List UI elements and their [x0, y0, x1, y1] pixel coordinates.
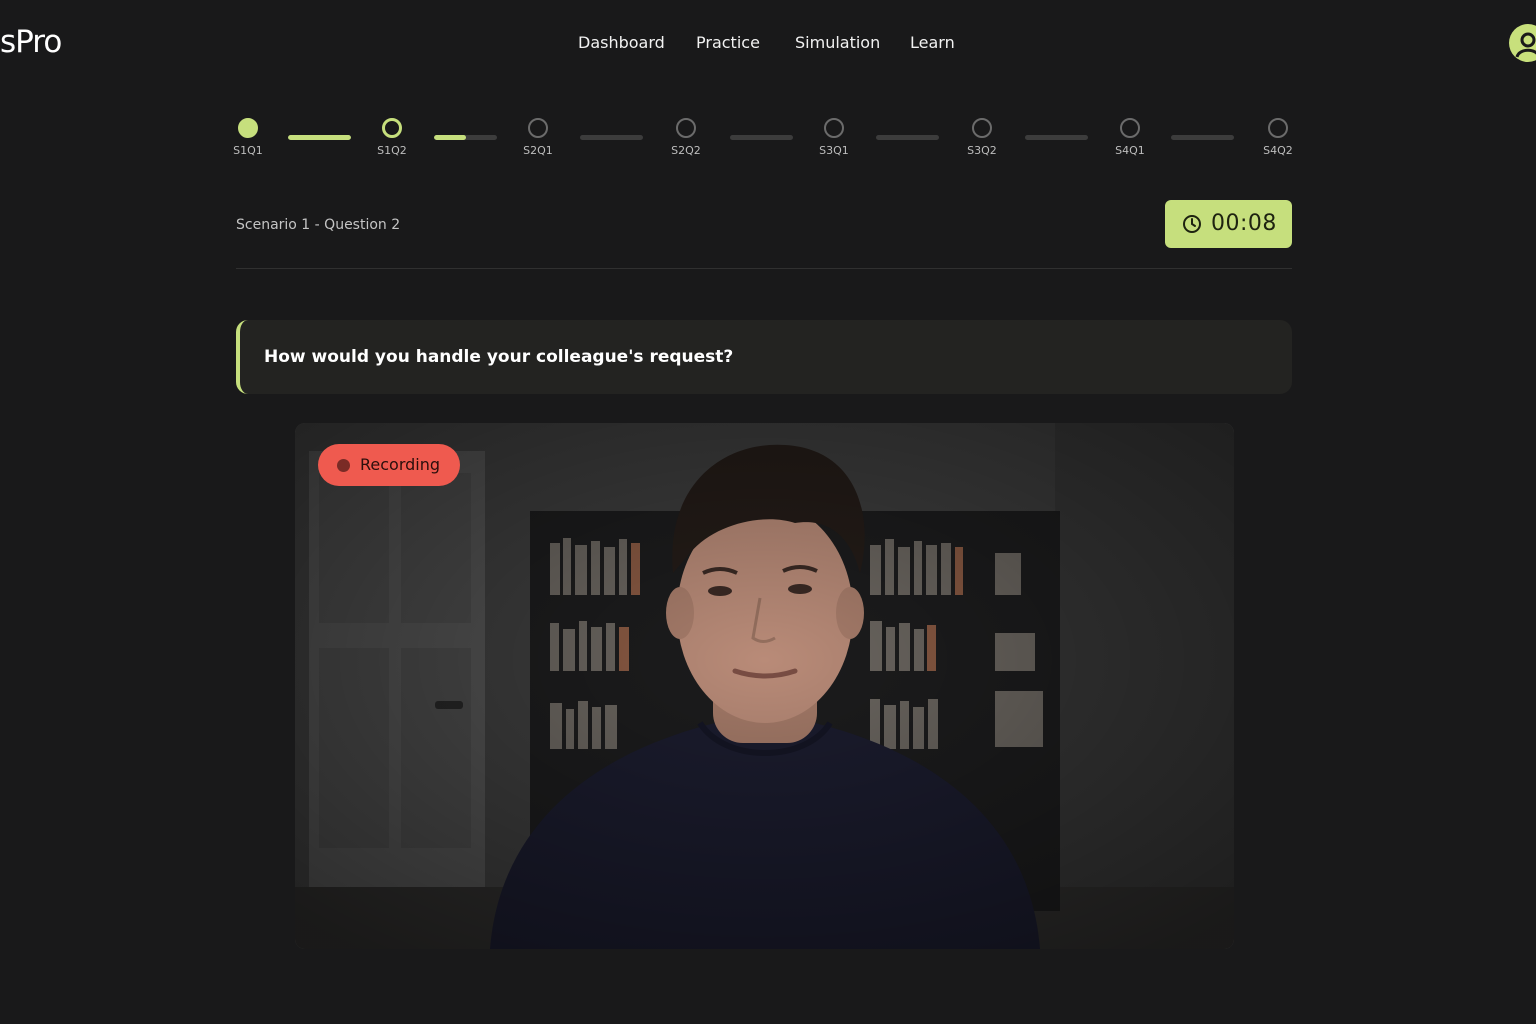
- step-label: S4Q2: [1263, 144, 1293, 157]
- step-label: S3Q2: [967, 144, 997, 157]
- step-connector: [434, 135, 497, 140]
- step-label: S2Q2: [671, 144, 701, 157]
- step-label: S1Q2: [377, 144, 407, 157]
- question-card: How would you handle your colleague's re…: [236, 320, 1292, 394]
- step-connector: [580, 135, 643, 140]
- step-connector: [876, 135, 939, 140]
- timer-badge: 00:08: [1165, 200, 1292, 248]
- connector-fill: [288, 135, 351, 140]
- step-s2q1[interactable]: S2Q1: [508, 118, 568, 157]
- step-label: S1Q1: [233, 144, 263, 157]
- step-s1q1[interactable]: S1Q1: [218, 118, 278, 157]
- step-dot: [824, 118, 844, 138]
- step-s4q2[interactable]: S4Q2: [1248, 118, 1308, 157]
- timer-value: 00:08: [1211, 211, 1277, 236]
- step-dot: [1120, 118, 1140, 138]
- step-s3q2[interactable]: S3Q2: [952, 118, 1012, 157]
- section-divider: [236, 268, 1292, 269]
- step-connector: [288, 135, 351, 140]
- step-s3q1[interactable]: S3Q1: [804, 118, 864, 157]
- step-dot: [972, 118, 992, 138]
- question-text: How would you handle your colleague's re…: [264, 347, 734, 367]
- webcam-feed: [295, 423, 1234, 949]
- step-s1q2[interactable]: S1Q2: [362, 118, 422, 157]
- step-dot: [528, 118, 548, 138]
- step-connector: [730, 135, 793, 140]
- recording-badge: Recording: [318, 444, 460, 486]
- step-label: S3Q1: [819, 144, 849, 157]
- step-connector: [1025, 135, 1088, 140]
- step-dot: [676, 118, 696, 138]
- connector-fill: [434, 135, 466, 140]
- video-preview: Recording: [295, 423, 1234, 949]
- recording-dot-icon: [337, 459, 350, 472]
- step-label: S4Q1: [1115, 144, 1145, 157]
- step-s4q1[interactable]: S4Q1: [1100, 118, 1160, 157]
- recording-label: Recording: [360, 455, 441, 474]
- step-dot: [382, 118, 402, 138]
- scenario-title: Scenario 1 - Question 2: [236, 217, 401, 233]
- step-dot: [238, 118, 258, 138]
- progress-stepper: S1Q1 S1Q2 S2Q1 S2Q2 S3Q1 S3Q2 S4Q1 S4Q2: [0, 0, 1536, 170]
- clock-icon: [1183, 215, 1201, 233]
- step-dot: [1268, 118, 1288, 138]
- step-connector: [1171, 135, 1234, 140]
- step-label: S2Q1: [523, 144, 553, 157]
- step-s2q2[interactable]: S2Q2: [656, 118, 716, 157]
